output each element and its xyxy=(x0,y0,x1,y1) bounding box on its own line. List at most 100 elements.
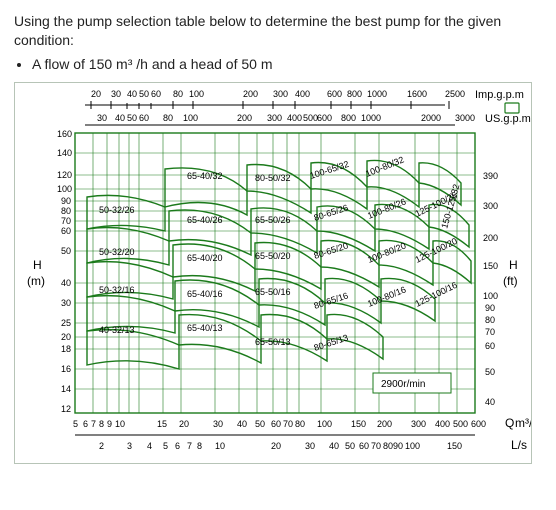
svg-text:7: 7 xyxy=(91,419,96,429)
svg-text:25: 25 xyxy=(61,318,71,328)
svg-text:100: 100 xyxy=(189,89,204,99)
svg-text:12: 12 xyxy=(61,404,71,414)
svg-text:160: 160 xyxy=(57,129,72,139)
svg-text:16: 16 xyxy=(61,364,71,374)
axis-h-unit: (m) xyxy=(27,274,45,288)
svg-text:65-40/26: 65-40/26 xyxy=(187,215,223,225)
svg-text:14: 14 xyxy=(61,384,71,394)
right-ticks-ft: 390 300 200 150 100 90 80 70 60 50 40 xyxy=(483,171,498,407)
svg-text:65-40/16: 65-40/16 xyxy=(187,289,223,299)
svg-text:20: 20 xyxy=(91,89,101,99)
svg-text:65-50/13: 65-50/13 xyxy=(255,337,291,347)
svg-text:800: 800 xyxy=(341,113,356,123)
svg-text:100: 100 xyxy=(405,441,420,451)
svg-text:1600: 1600 xyxy=(407,89,427,99)
svg-text:50: 50 xyxy=(345,441,355,451)
svg-text:65-50/20: 65-50/20 xyxy=(255,251,291,261)
svg-text:65-50/16: 65-50/16 xyxy=(255,287,291,297)
svg-text:600: 600 xyxy=(317,113,332,123)
svg-text:4: 4 xyxy=(147,441,152,451)
svg-text:70: 70 xyxy=(485,327,495,337)
svg-text:3: 3 xyxy=(127,441,132,451)
svg-text:80: 80 xyxy=(61,206,71,216)
svg-text:2500: 2500 xyxy=(445,89,465,99)
svg-text:6: 6 xyxy=(83,419,88,429)
svg-text:40: 40 xyxy=(127,89,137,99)
svg-text:80: 80 xyxy=(295,419,305,429)
svg-text:300: 300 xyxy=(273,89,288,99)
svg-text:5: 5 xyxy=(73,419,78,429)
bottom-scale-m3h: 5678910 1520 304050 607080 100150200 300… xyxy=(73,419,486,429)
svg-text:140: 140 xyxy=(57,148,72,158)
svg-text:65-40/13: 65-40/13 xyxy=(187,323,223,333)
svg-text:20: 20 xyxy=(179,419,189,429)
svg-text:100-80/16: 100-80/16 xyxy=(366,284,407,308)
svg-text:70: 70 xyxy=(371,441,381,451)
svg-text:80: 80 xyxy=(383,441,393,451)
svg-text:80-65/16: 80-65/16 xyxy=(313,290,350,310)
svg-text:30: 30 xyxy=(111,89,121,99)
svg-text:80-65/13: 80-65/13 xyxy=(313,332,350,352)
svg-text:150: 150 xyxy=(483,261,498,271)
svg-text:65-50/26: 65-50/26 xyxy=(255,215,291,225)
svg-text:60: 60 xyxy=(139,113,149,123)
svg-text:1000: 1000 xyxy=(361,113,381,123)
svg-text:60: 60 xyxy=(61,226,71,236)
svg-text:50: 50 xyxy=(139,89,149,99)
axis-h-ft-unit: (ft) xyxy=(503,274,518,288)
svg-text:300: 300 xyxy=(483,201,498,211)
svg-text:18: 18 xyxy=(61,344,71,354)
svg-text:50-32/16: 50-32/16 xyxy=(99,285,135,295)
svg-text:400: 400 xyxy=(295,89,310,99)
svg-text:40: 40 xyxy=(61,278,71,288)
svg-text:9: 9 xyxy=(107,419,112,429)
svg-text:3000: 3000 xyxy=(455,113,475,123)
top-scale-us: 30405060 80100 200300 400500600 8001000 … xyxy=(85,113,531,125)
unit-us-gpm: US.g.p.m xyxy=(485,113,531,125)
svg-text:600: 600 xyxy=(471,419,486,429)
left-ticks-m: 160 140 120 100 90 80 70 60 50 40 30 25 … xyxy=(57,129,72,414)
svg-text:30: 30 xyxy=(213,419,223,429)
svg-text:300: 300 xyxy=(267,113,282,123)
question-intro: Using the pump selection table below to … xyxy=(14,12,542,50)
speed-label: 2900r/min xyxy=(381,379,425,390)
svg-text:8: 8 xyxy=(99,419,104,429)
svg-text:40: 40 xyxy=(329,441,339,451)
svg-text:400: 400 xyxy=(435,419,450,429)
axis-h: H xyxy=(33,258,42,272)
svg-text:100: 100 xyxy=(317,419,332,429)
svg-text:8: 8 xyxy=(197,441,202,451)
svg-text:60: 60 xyxy=(271,419,281,429)
svg-text:1000: 1000 xyxy=(367,89,387,99)
axis-q-unit: m³/h xyxy=(515,416,531,430)
svg-text:50-32/20: 50-32/20 xyxy=(99,247,135,257)
svg-text:80: 80 xyxy=(163,113,173,123)
svg-text:2: 2 xyxy=(99,441,104,451)
svg-text:100-80/20: 100-80/20 xyxy=(366,240,407,264)
svg-text:80: 80 xyxy=(173,89,183,99)
svg-text:40: 40 xyxy=(237,419,247,429)
svg-text:50-32/26: 50-32/26 xyxy=(99,205,135,215)
svg-text:65-40/20: 65-40/20 xyxy=(187,253,223,263)
svg-text:60: 60 xyxy=(151,89,161,99)
pump-selection-chart: 20 30 405060 80 100 200 300 400 600 800 … xyxy=(14,82,532,464)
svg-text:400: 400 xyxy=(287,113,302,123)
svg-text:50: 50 xyxy=(127,113,137,123)
svg-text:15: 15 xyxy=(157,419,167,429)
svg-text:200: 200 xyxy=(237,113,252,123)
svg-text:10: 10 xyxy=(215,441,225,451)
svg-text:6: 6 xyxy=(175,441,180,451)
svg-text:50: 50 xyxy=(61,246,71,256)
svg-text:200: 200 xyxy=(483,233,498,243)
svg-text:100: 100 xyxy=(183,113,198,123)
svg-text:150: 150 xyxy=(351,419,366,429)
svg-text:10: 10 xyxy=(115,419,125,429)
svg-text:50: 50 xyxy=(255,419,265,429)
svg-text:2000: 2000 xyxy=(421,113,441,123)
svg-text:120: 120 xyxy=(57,170,72,180)
svg-text:200: 200 xyxy=(243,89,258,99)
svg-text:800: 800 xyxy=(347,89,362,99)
svg-text:60: 60 xyxy=(359,441,369,451)
svg-text:40-32/13: 40-32/13 xyxy=(99,325,135,335)
svg-text:100: 100 xyxy=(483,291,498,301)
